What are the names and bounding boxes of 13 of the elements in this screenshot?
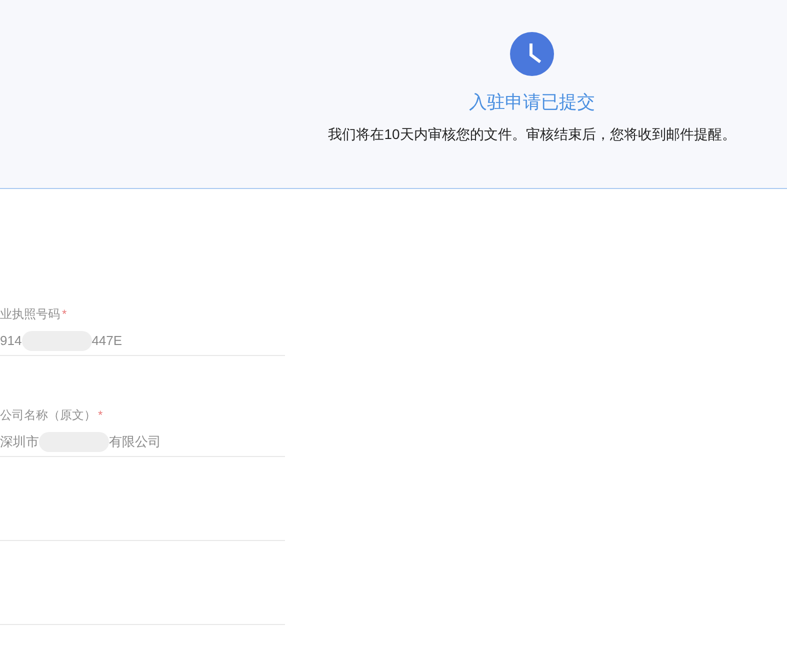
- status-message: 我们将在10天内审核您的文件。审核结束后，您将收到邮件提醒。: [328, 125, 736, 144]
- field-value-text: 深圳市: [0, 433, 39, 451]
- required-asterisk: *: [62, 306, 67, 322]
- text-field[interactable]: 业执照号码 * 914 447E: [0, 306, 285, 356]
- text-field[interactable]: 公司名称（原文） * 深圳市 有限公司: [0, 407, 285, 457]
- field-value-text: 914: [0, 332, 22, 350]
- field-value-text: 有限公司: [109, 433, 161, 451]
- required-asterisk: *: [98, 407, 103, 423]
- field-value-text: 447E: [92, 332, 122, 350]
- clock-icon: [510, 32, 554, 76]
- field-label: 公司名称（原文）: [0, 407, 96, 423]
- status-title: 入驻申请已提交: [469, 91, 595, 113]
- field-label: 业执照号码: [0, 306, 60, 322]
